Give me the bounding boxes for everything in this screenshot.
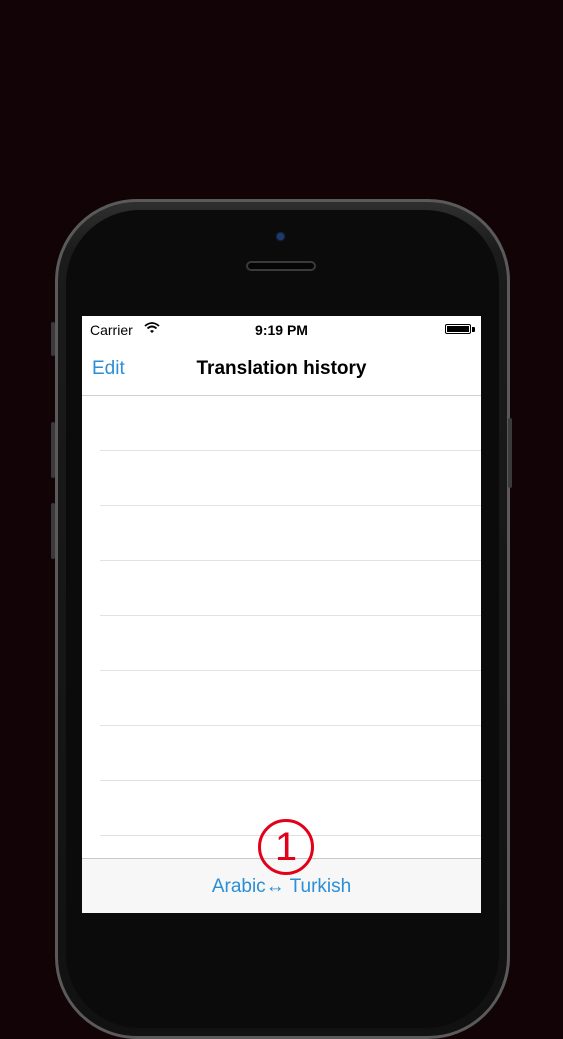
front-camera <box>277 233 284 240</box>
battery-icon <box>445 324 471 334</box>
navigation-bar: Edit Translation history <box>82 342 481 396</box>
volume-up-button <box>51 422 55 478</box>
status-time: 9:19 PM <box>255 322 308 338</box>
history-list <box>82 396 481 836</box>
table-row[interactable] <box>100 671 481 726</box>
table-row[interactable] <box>100 506 481 561</box>
battery-tip <box>472 327 475 332</box>
table-row[interactable] <box>100 561 481 616</box>
language-pair-button[interactable]: Arabic↔ Turkish <box>82 876 481 898</box>
mute-switch <box>51 322 55 356</box>
table-row[interactable] <box>100 396 481 451</box>
volume-down-button <box>51 503 55 559</box>
page-title: Translation history <box>196 358 367 379</box>
status-bar: Carrier 9:19 PM <box>82 316 481 342</box>
power-button <box>508 418 512 488</box>
step-number-marker: 1 <box>258 819 314 875</box>
earpiece-speaker <box>246 261 316 271</box>
table-row[interactable] <box>100 616 481 671</box>
table-row[interactable] <box>100 726 481 781</box>
table-row[interactable] <box>100 451 481 506</box>
